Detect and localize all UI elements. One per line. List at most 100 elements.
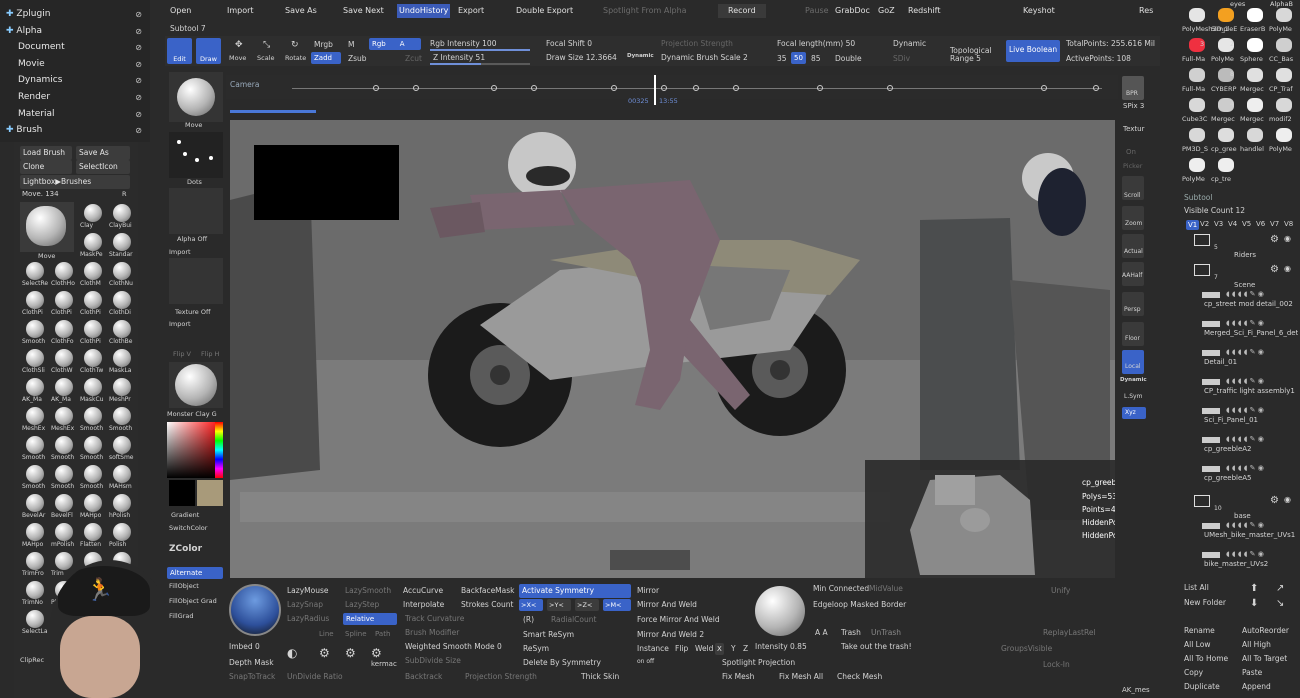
brush-item[interactable]: MeshEx — [20, 407, 48, 435]
subtool-controls[interactable]: ◖ ◖ ◖ ◖ ✎ ◉ — [1226, 550, 1264, 558]
rgb-button[interactable]: Rgb A — [369, 38, 421, 50]
pin-icon[interactable]: ⊘ — [135, 10, 142, 19]
weighted-smooth-slider[interactable]: Weighted Smooth Mode 0 — [405, 642, 502, 651]
brush-item[interactable]: AK_Ma — [49, 378, 77, 406]
mirror-and-weld-2-button[interactable]: Mirror And Weld 2 — [637, 630, 704, 639]
gear-icon[interactable]: ⚙ — [1270, 264, 1279, 275]
menu-redshift[interactable]: Redshift — [908, 4, 940, 18]
weld-button[interactable]: Weld — [695, 644, 713, 653]
eye-icon[interactable]: ◉ — [1284, 264, 1291, 273]
brush-item[interactable]: Flatten — [78, 523, 106, 551]
import-alpha-button[interactable]: Import — [169, 248, 191, 256]
brush-item[interactable]: ClothBe — [107, 320, 135, 348]
brush-item[interactable]: MAHsm — [107, 465, 135, 493]
zcut-button[interactable]: Zcut — [405, 54, 422, 63]
subtool-action-button[interactable]: Append — [1242, 682, 1271, 691]
tool-item[interactable]: EraserB — [1240, 4, 1268, 33]
brush-item[interactable]: SelectLa — [20, 610, 48, 638]
tool-item[interactable]: modif2 — [1269, 94, 1297, 123]
dynamic-button[interactable]: Dynamic — [893, 39, 926, 48]
subtool-item[interactable]: Detail_01 — [1204, 358, 1237, 366]
brush-item[interactable]: Smooth — [49, 465, 77, 493]
double-button[interactable]: Double — [835, 54, 862, 63]
tool-item[interactable]: handlel — [1240, 124, 1268, 153]
menu-open[interactable]: Open — [170, 4, 191, 18]
clone-button[interactable]: Clone — [20, 160, 72, 174]
tool-item[interactable]: Full-Ma — [1182, 64, 1210, 93]
delete-by-symmetry-button[interactable]: Delete By Symmetry — [523, 658, 601, 667]
timeline-key[interactable] — [413, 85, 419, 91]
tool-item[interactable]: PolyMe — [1182, 154, 1210, 183]
lazy-mouse-preview[interactable] — [229, 584, 281, 636]
resym-button[interactable]: ReSym — [523, 644, 549, 653]
subtool-item[interactable]: cp_greebleA5 — [1204, 474, 1252, 482]
subtool-thumbnail[interactable] — [1202, 523, 1220, 529]
subtool-thumbnail[interactable] — [1202, 552, 1220, 558]
brush-item[interactable]: ClothDi — [107, 291, 135, 319]
move-button[interactable]: Move — [229, 54, 246, 62]
subtool-action-button[interactable]: Copy — [1184, 668, 1203, 677]
range-slider[interactable]: Range 5 — [950, 54, 981, 63]
menu-material[interactable]: Material — [18, 106, 55, 122]
menu-save-as[interactable]: Save As — [285, 4, 317, 18]
menu-spotlight-alpha[interactable]: Spotlight From Alpha — [603, 4, 687, 18]
folder-name[interactable]: Scene — [1234, 281, 1255, 289]
lazy-snap-slider[interactable]: LazySnap — [287, 600, 323, 609]
gear-icon[interactable]: ⚙ — [1270, 495, 1279, 506]
subtool-action-button[interactable]: All High — [1242, 640, 1271, 649]
subtool-action-button[interactable]: All To Home — [1184, 654, 1228, 663]
menu-keyshot[interactable]: Keyshot — [1023, 4, 1055, 18]
stroke-dots-preview[interactable] — [169, 132, 223, 178]
alpha-preview[interactable] — [169, 188, 223, 234]
menu-res[interactable]: Res — [1139, 4, 1153, 18]
material-preview[interactable] — [169, 362, 223, 408]
subtool-thumbnail[interactable] — [1202, 437, 1220, 443]
brush-item[interactable]: TrimNo — [20, 581, 48, 609]
eye-icon[interactable]: ◉ — [1284, 495, 1291, 504]
brush-item[interactable]: Smooth — [107, 407, 135, 435]
subtool-action-button[interactable]: Duplicate — [1184, 682, 1220, 691]
brush-item[interactable]: ClothNu — [107, 262, 135, 290]
fill-object-grad-button[interactable]: FillObject Grad — [169, 597, 217, 605]
timeline-key[interactable] — [1093, 85, 1099, 91]
zcolor-button[interactable]: ZColor — [169, 544, 202, 554]
replay-last-rel-button[interactable]: ReplayLastRel — [1043, 628, 1096, 637]
menu-render[interactable]: Render — [18, 89, 50, 105]
picker-button[interactable]: Picker — [1123, 162, 1142, 170]
menu-goz[interactable]: GoZ — [878, 4, 895, 18]
switch-color-button[interactable]: SwitchColor — [169, 524, 207, 532]
untrash-button[interactable]: UnTrash — [871, 628, 901, 637]
import-texture-button[interactable]: Import — [169, 320, 191, 328]
brush-item[interactable]: ClothPi — [20, 291, 48, 319]
radial-count-slider[interactable]: RadialCount — [551, 615, 596, 624]
brush-item[interactable]: Smooth — [49, 436, 77, 464]
version-button[interactable]: V5 — [1242, 220, 1251, 228]
brush-item[interactable]: ClayBui — [107, 204, 135, 232]
timeline-key[interactable] — [733, 85, 739, 91]
brush-item[interactable]: ClothFo — [49, 320, 77, 348]
flip-h-button[interactable]: Flip H — [201, 350, 219, 358]
interpolate-button[interactable]: Interpolate — [403, 600, 444, 609]
stroke-preview[interactable] — [169, 72, 223, 122]
tool-item[interactable]: cp_tre — [1211, 154, 1239, 183]
mirror-button[interactable]: Mirror — [637, 586, 659, 595]
undivide-ratio-slider[interactable]: UnDivide Ratio — [287, 672, 343, 681]
subtool-item[interactable]: CP_traffic light assembly1 — [1204, 387, 1295, 395]
floor-button[interactable] — [1122, 322, 1144, 346]
min-connected-button[interactable]: Min Connected — [813, 584, 869, 593]
pin-icon[interactable]: ⊘ — [135, 27, 142, 36]
sdiv-slider[interactable]: SDiv — [893, 54, 910, 63]
tool-item[interactable]: PM3D_S — [1182, 124, 1210, 153]
imbed-slider[interactable]: Imbed 0 — [229, 642, 260, 651]
sym-y-button[interactable]: >Y< — [547, 599, 571, 611]
tool-item[interactable]: PolyMesh3D_1 — [1182, 4, 1229, 33]
texture-on-button[interactable]: On — [1126, 148, 1136, 156]
axis-z-button[interactable]: Z — [743, 644, 748, 653]
brush-item[interactable]: hPolish — [107, 494, 135, 522]
force-mirror-weld-button[interactable]: Force Mirror And Weld — [637, 615, 720, 624]
pin-icon[interactable]: ⊘ — [135, 93, 142, 102]
subtool-header[interactable]: Subtool — [1184, 193, 1212, 202]
eye-icon[interactable]: ◉ — [1284, 234, 1291, 243]
version-button[interactable]: V7 — [1270, 220, 1279, 228]
tool-item[interactable]: PolyMe — [1269, 4, 1297, 33]
